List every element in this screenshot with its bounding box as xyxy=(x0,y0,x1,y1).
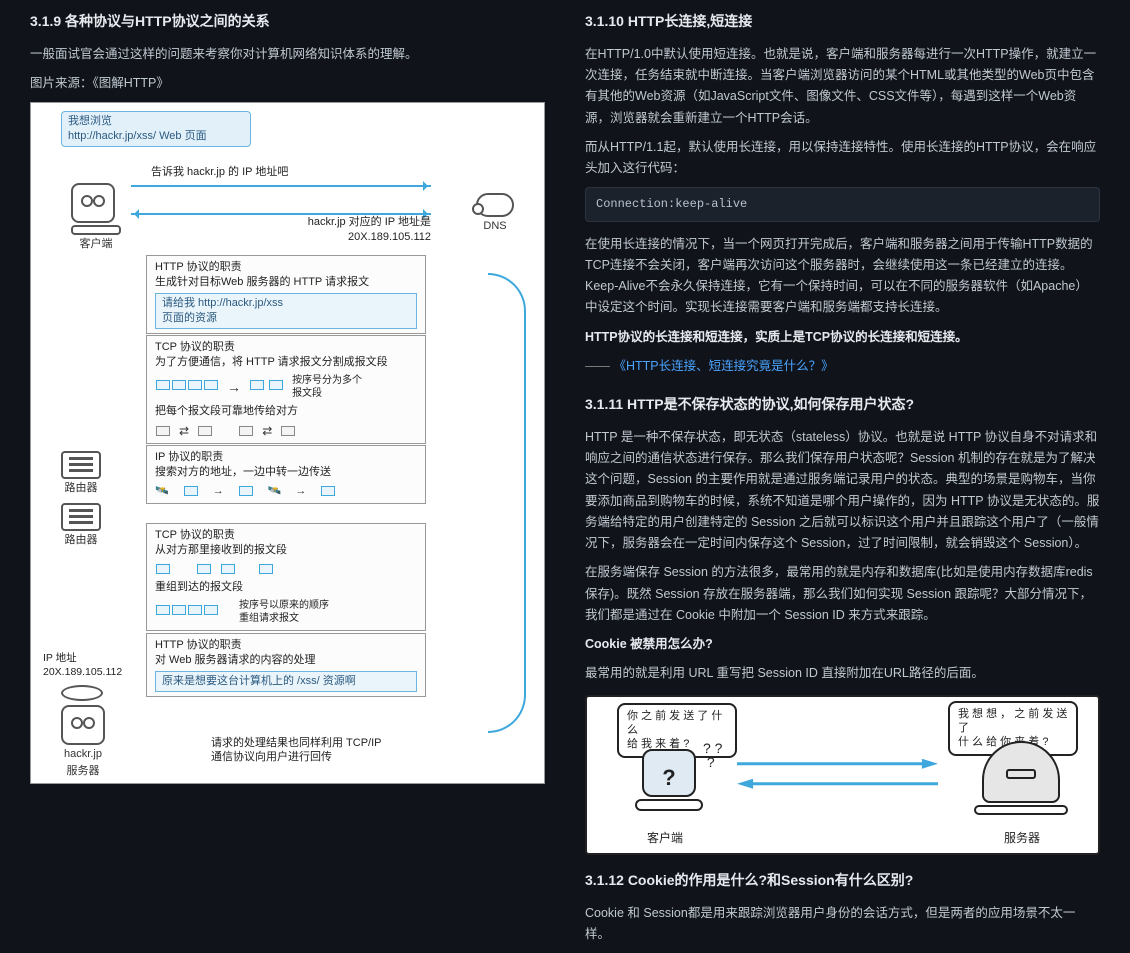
para: 而从HTTP/1.1起，默认使用长连接，用以保持连接特性。使用长连接的HTTP协… xyxy=(585,137,1100,180)
heading-3111: 3.1.11 HTTP是不保存状态的协议,如何保存用户状态? xyxy=(585,393,1100,417)
heading-3112: 3.1.12 Cookie的作用是什么?和Session有什么区别? xyxy=(585,869,1100,893)
col-right: 3.1.10 HTTP长连接,短连接 在HTTP/1.0中默认使用短连接。也就是… xyxy=(585,10,1100,953)
bubble-text: 我想浏览 xyxy=(68,114,244,129)
ip-box: IP 协议的职责 搜索对方的地址，一边中转一边传送 🛰️→🛰️→ xyxy=(146,445,426,504)
para-bold: HTTP协议的长连接和短连接，实质上是TCP协议的长连接和短连接。 xyxy=(585,327,1100,348)
heading-319: 3.1.9 各种协议与HTTP协议之间的关系 xyxy=(30,10,545,34)
comic-server-label: 服务器 xyxy=(1004,828,1040,848)
para: 最常用的就是利用 URL 重写把 Session ID 直接附加在URL路径的后… xyxy=(585,663,1100,684)
arrow-left-icon xyxy=(737,779,938,789)
stateless-comic: 你 之 前 发 送 了 什 么 给 我 来 着 ? 我 想 想 ， 之 前 发 … xyxy=(585,695,1100,855)
return-curve-icon xyxy=(488,273,526,733)
http-box-2: HTTP 协议的职责 对 Web 服务器请求的内容的处理 原来是想要这台计算机上… xyxy=(146,633,426,697)
client-robot-icon xyxy=(642,749,696,797)
client-icon: 客户端 xyxy=(71,183,121,252)
para: 在使用长连接的情况下，当一个网页打开完成后，客户端和服务器之间用于传输HTTP数… xyxy=(585,234,1100,319)
arrow-right-icon xyxy=(737,759,938,769)
para: HTTP 是一种不保存状态，即无状态（stateless）协议。也就是说 HTT… xyxy=(585,427,1100,555)
heading-3110: 3.1.10 HTTP长连接,短连接 xyxy=(585,10,1100,34)
tcp-box: TCP 协议的职责 为了方便通信，将 HTTP 请求报文分割成报文段 → 按序号… xyxy=(146,335,426,444)
reference-link[interactable]: 《HTTP长连接、短连接究竟是什么？》 xyxy=(613,359,833,373)
http-protocol-diagram: 我想浏览 http://hackr.jp/xss/ Web 页面 客户端 DNS… xyxy=(30,102,545,784)
router-icon: 路由器 xyxy=(61,451,101,496)
question-marks-icon: ? ? ? xyxy=(703,741,722,769)
para: 一般面试官会通过这样的问题来考察你对计算机网络知识体系的理解。 xyxy=(30,44,545,65)
reference-line: —— 《HTTP长连接、短连接究竟是什么？》 xyxy=(585,356,1100,377)
tcp-box-2: TCP 协议的职责 从对方那里接收到的报文段 重组到达的报文段 按序号以原来的顺… xyxy=(146,523,426,630)
para: Cookie 和 Session都是用来跟踪浏览器用户身份的会话方式，但是两者的… xyxy=(585,903,1100,946)
bubble-text: http://hackr.jp/xss/ Web 页面 xyxy=(68,129,244,144)
caption: 图片来源：《图解HTTP》 xyxy=(30,73,545,94)
subheading: Cookie 被禁用怎么办? xyxy=(585,634,1100,655)
http-box: HTTP 协议的职责 生成针对目标Web 服务器的 HTTP 请求报文 请给我 … xyxy=(146,255,426,333)
server-icon: hackr.jp 服务器 xyxy=(61,685,105,779)
router-icon: 路由器 xyxy=(61,503,101,548)
para: 在服务端保存 Session 的方法很多，最常用的就是内存和数据库(比如是使用内… xyxy=(585,562,1100,626)
ask-dns: 告诉我 hackr.jp 的 IP 地址吧 xyxy=(151,165,288,180)
dns-icon: DNS xyxy=(476,193,514,234)
code-block: Connection:keep-alive xyxy=(585,187,1100,221)
col-left: 3.1.9 各种协议与HTTP协议之间的关系 一般面试官会通过这样的问题来考察你… xyxy=(30,10,545,953)
arrow-right-icon xyxy=(131,185,431,187)
para: 在HTTP/1.0中默认使用短连接。也就是说，客户端和服务器每进行一次HTTP操… xyxy=(585,44,1100,129)
comic-client-label: 客户端 xyxy=(647,828,683,848)
